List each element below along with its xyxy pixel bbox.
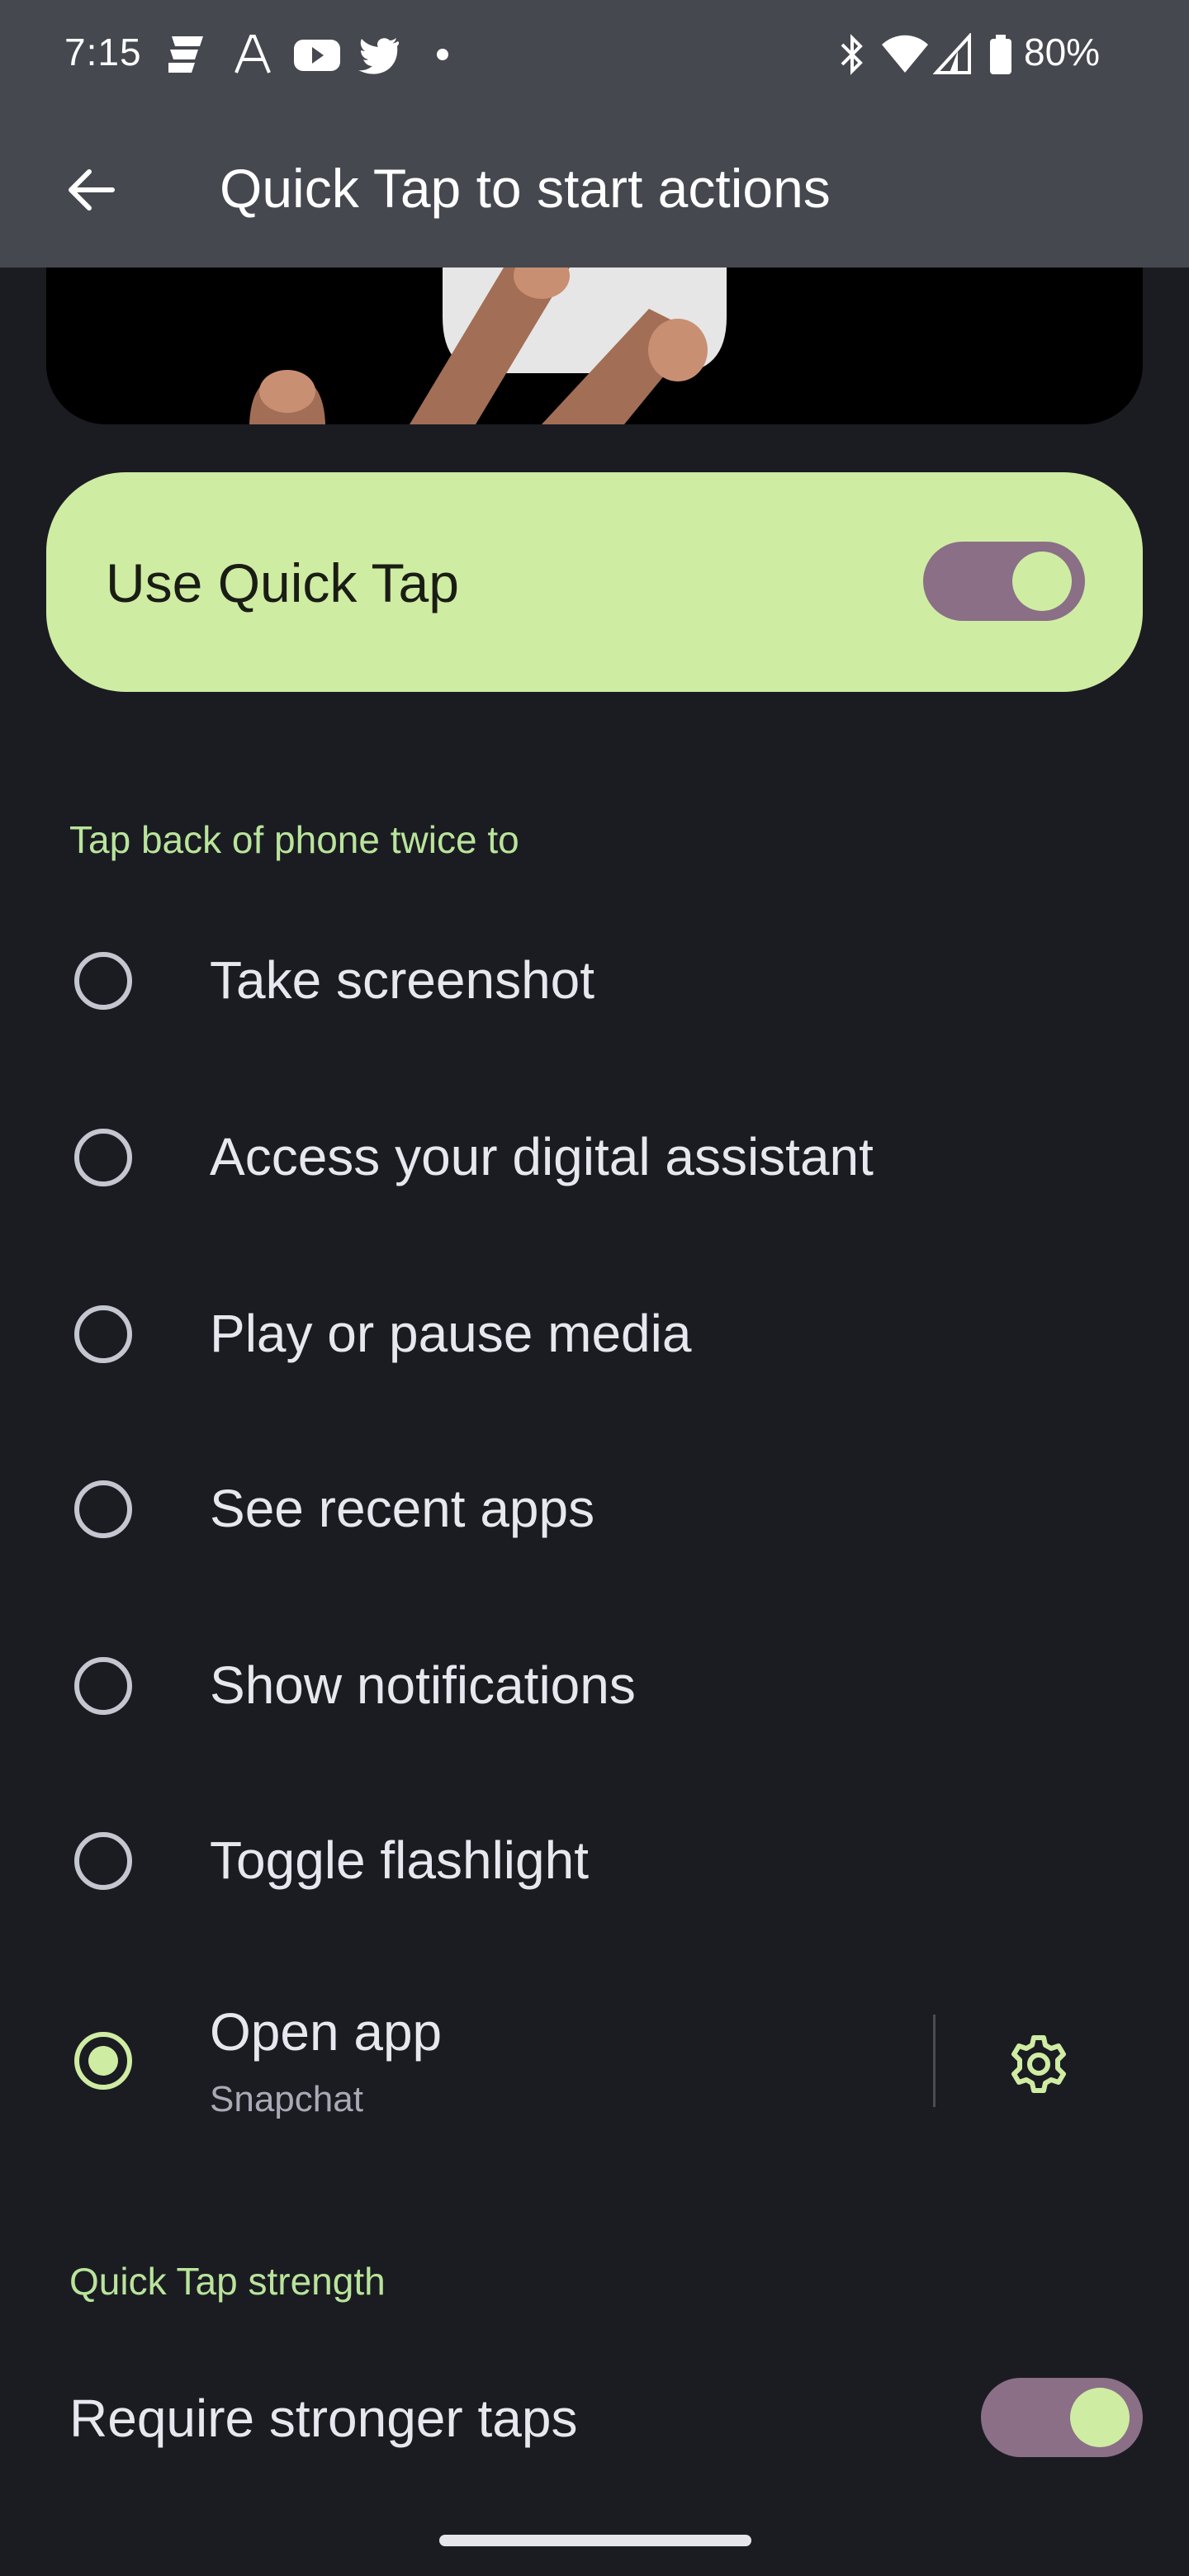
switch-thumb: [1012, 552, 1072, 611]
page-title: Quick Tap to start actions: [220, 158, 831, 219]
battery-icon: [990, 35, 1011, 74]
actions-section-header: Tap back of phone twice to: [69, 818, 519, 861]
battery-percentage: 80%: [1024, 31, 1101, 73]
back-button[interactable]: [46, 145, 135, 234]
option-label: Toggle flashlight: [210, 1830, 589, 1890]
wifi-icon: [882, 35, 928, 73]
hero-illustration: [46, 268, 1143, 424]
dot-icon: [437, 49, 448, 60]
option-label: See recent apps: [210, 1479, 595, 1538]
open-app-settings-button[interactable]: [994, 2020, 1083, 2109]
radio-button[interactable]: [74, 1480, 132, 1538]
radio-button[interactable]: [74, 1657, 132, 1715]
cell-signal-icon: [933, 33, 971, 74]
use-quick-tap-card[interactable]: Use Quick Tap: [46, 472, 1143, 692]
youtube-icon: [294, 40, 340, 71]
option-show-notifications[interactable]: Show notifications: [0, 1597, 1189, 1772]
option-digital-assistant[interactable]: Access your digital assistant: [0, 1068, 1189, 1243]
option-toggle-flashlight[interactable]: Toggle flashlight: [0, 1772, 1189, 1947]
radio-button[interactable]: [74, 1305, 132, 1363]
require-stronger-taps-switch[interactable]: [981, 2378, 1143, 2457]
bluetooth-icon: [841, 34, 863, 75]
home-gesture-bar[interactable]: [439, 2535, 751, 2546]
option-recent-apps[interactable]: See recent apps: [0, 1420, 1189, 1595]
arrow-back-icon: [69, 169, 115, 211]
option-sublabel: Snapchat: [210, 2079, 363, 2119]
use-quick-tap-switch[interactable]: [923, 542, 1085, 621]
switch-thumb: [1070, 2388, 1130, 2447]
option-label: Play or pause media: [210, 1304, 692, 1363]
option-label: Open app: [210, 2002, 443, 2062]
use-quick-tap-label: Use Quick Tap: [106, 552, 459, 613]
option-label: Access your digital assistant: [210, 1127, 874, 1186]
status-time: 7:15: [64, 31, 142, 73]
option-label: Take screenshot: [210, 950, 595, 1010]
option-play-pause-media[interactable]: Play or pause media: [0, 1245, 1189, 1420]
status-bar: 7:15 80%: [0, 0, 1189, 109]
font-icon: [234, 35, 271, 73]
require-stronger-taps-label: Require stronger taps: [69, 2389, 578, 2448]
option-label: Show notifications: [210, 1655, 636, 1715]
radio-button-selected[interactable]: [74, 2032, 132, 2090]
vertical-divider: [933, 2015, 936, 2107]
radio-selected-dot: [88, 2046, 118, 2076]
radio-button[interactable]: [74, 1129, 132, 1186]
news-icon: [168, 36, 203, 73]
twitter-icon: [358, 38, 400, 74]
option-open-app[interactable]: Open app Snapchat: [0, 1973, 925, 2155]
option-take-screenshot[interactable]: Take screenshot: [0, 892, 1189, 1067]
radio-button[interactable]: [74, 1832, 132, 1890]
phone-tap-illustration: [249, 268, 727, 424]
gear-icon: [1011, 2035, 1066, 2093]
strength-section-header: Quick Tap strength: [69, 2260, 386, 2303]
radio-button[interactable]: [74, 952, 132, 1010]
